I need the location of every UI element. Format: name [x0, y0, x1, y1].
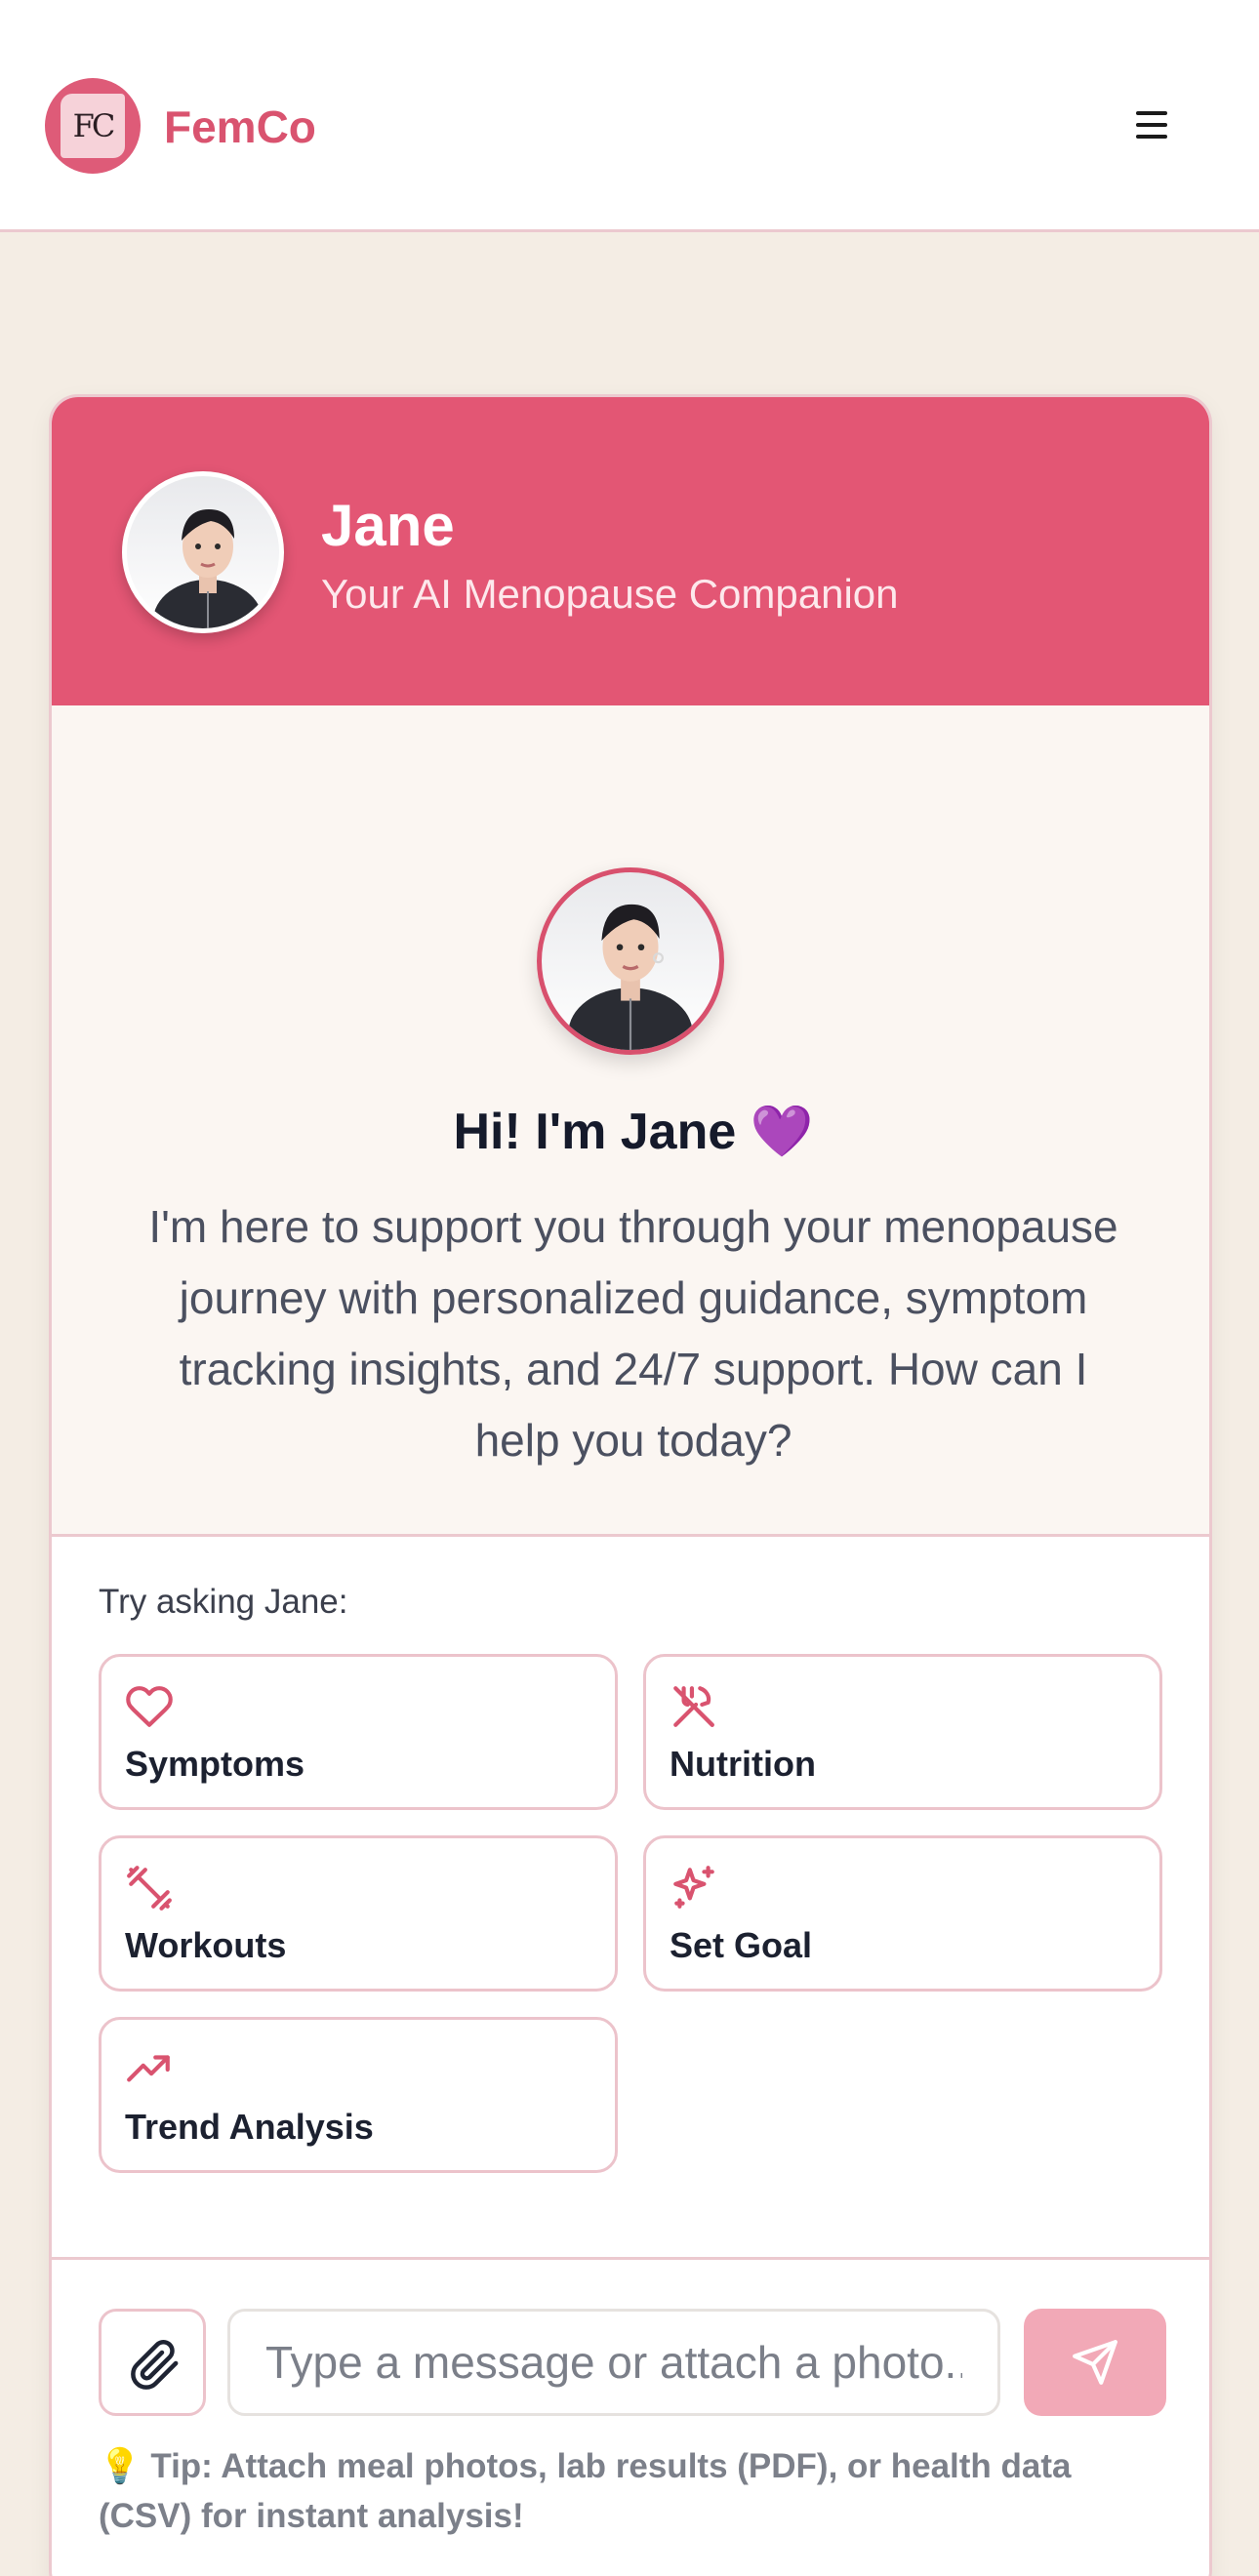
suggestion-symptoms[interactable]: Symptoms	[99, 1654, 618, 1810]
suggestion-label: Nutrition	[670, 1744, 816, 1784]
top-bar: FC FemCo	[0, 0, 1259, 232]
message-input[interactable]	[227, 2309, 1000, 2416]
suggestion-label: Symptoms	[125, 1744, 305, 1784]
jane-welcome-avatar	[537, 867, 724, 1055]
send-button[interactable]	[1024, 2309, 1166, 2416]
welcome-panel: Hi! I'm Jane 💜 I'm here to support you t…	[52, 705, 1209, 1537]
message-composer: 💡 Tip: Attach meal photos, lab results (…	[52, 2257, 1209, 2576]
suggestion-workouts[interactable]: Workouts	[99, 1835, 618, 1992]
hamburger-menu-icon[interactable]	[1130, 103, 1173, 146]
sparkles-icon	[673, 1866, 714, 1909]
logo-mark: FC	[61, 94, 125, 158]
suggestions-label: Try asking Jane:	[99, 1583, 348, 1621]
tip-text: 💡 Tip: Attach meal photos, lab results (…	[99, 2441, 1172, 2541]
trending-up-icon	[127, 2055, 170, 2082]
suggestion-trend-analysis[interactable]: Trend Analysis	[99, 2017, 618, 2173]
send-icon	[1073, 2340, 1117, 2385]
welcome-message: I'm here to support you through your men…	[148, 1201, 1118, 1466]
assistant-subtitle: Your AI Menopause Companion	[321, 571, 899, 617]
chat-header: Jane Your AI Menopause Companion	[52, 397, 1209, 705]
jane-avatar	[122, 471, 284, 633]
suggestion-nutrition[interactable]: Nutrition	[643, 1654, 1162, 1810]
heart-icon	[126, 1686, 173, 1727]
suggestion-label: Workouts	[125, 1925, 287, 1965]
dumbbell-icon	[127, 1866, 172, 1911]
chat-card: Jane Your AI Menopause Companion Hi! I'm…	[49, 394, 1212, 2576]
assistant-name: Jane	[321, 493, 455, 558]
utensils-icon	[673, 1686, 714, 1727]
paperclip-icon	[131, 2339, 179, 2390]
lightbulb-icon: 💡	[99, 2447, 142, 2485]
suggestion-label: Trend Analysis	[125, 2107, 374, 2147]
tip-message: Tip: Attach meal photos, lab results (PD…	[99, 2447, 1072, 2535]
attach-button[interactable]	[99, 2309, 206, 2416]
suggestion-label: Set Goal	[670, 1925, 813, 1965]
brand-name[interactable]: FemCo	[164, 98, 316, 156]
welcome-title: Hi! I'm Jane 💜	[453, 1104, 814, 1160]
femco-logo[interactable]: FC	[45, 78, 141, 174]
suggestion-set-goal[interactable]: Set Goal	[643, 1835, 1162, 1992]
